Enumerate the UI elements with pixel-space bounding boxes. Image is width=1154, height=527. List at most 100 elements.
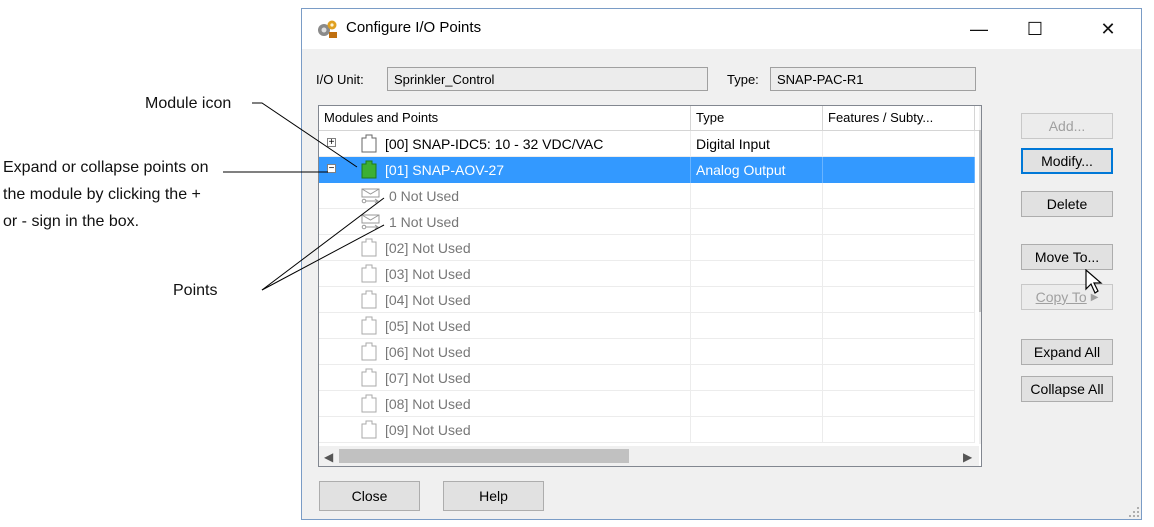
row-type bbox=[691, 339, 823, 365]
table-row[interactable]: 0 Not Used bbox=[319, 183, 975, 209]
module-icon bbox=[361, 420, 377, 439]
row-type: Analog Output bbox=[691, 157, 823, 183]
row-type bbox=[691, 209, 823, 235]
table-row[interactable]: [06] Not Used bbox=[319, 339, 975, 365]
table-row-selected[interactable]: − [01] SNAP-AOV-27 Analog Output bbox=[319, 157, 975, 183]
module-icon bbox=[361, 238, 377, 257]
module-icon bbox=[361, 134, 377, 153]
annotation-points: Points bbox=[173, 282, 218, 299]
row-label: [06] Not Used bbox=[385, 344, 471, 360]
row-features bbox=[823, 183, 975, 209]
maximize-button[interactable]: ☐ bbox=[1012, 9, 1058, 49]
row-features bbox=[823, 391, 975, 417]
row-type bbox=[691, 287, 823, 313]
row-features bbox=[823, 261, 975, 287]
column-header-features[interactable]: Features / Subty... bbox=[823, 106, 975, 130]
collapse-all-button[interactable]: Collapse All bbox=[1021, 376, 1113, 402]
module-icon bbox=[361, 290, 377, 309]
row-label: [03] Not Used bbox=[385, 266, 471, 282]
annotation-module-icon: Module icon bbox=[145, 95, 232, 112]
row-label: 0 Not Used bbox=[389, 188, 460, 204]
row-features bbox=[823, 209, 975, 235]
row-label: [08] Not Used bbox=[385, 396, 471, 412]
row-label-cell: + [00] SNAP-IDC5: 10 - 32 VDC/VAC bbox=[319, 131, 691, 157]
close-window-button[interactable]: ✕ bbox=[1085, 9, 1131, 49]
row-label-cell: [04] Not Used bbox=[319, 287, 691, 313]
row-features bbox=[823, 131, 975, 157]
row-label-cell: [03] Not Used bbox=[319, 261, 691, 287]
table-row[interactable]: + [00] SNAP-IDC5: 10 - 32 VDC/VAC Digita… bbox=[319, 131, 975, 157]
scroll-left-icon[interactable]: ◀ bbox=[324, 450, 333, 464]
move-to-button[interactable]: Move To... bbox=[1021, 244, 1113, 270]
row-label-cell: [06] Not Used bbox=[319, 339, 691, 365]
column-header-modules[interactable]: Modules and Points bbox=[319, 106, 691, 130]
row-features bbox=[823, 235, 975, 261]
row-type bbox=[691, 183, 823, 209]
column-header-type[interactable]: Type bbox=[691, 106, 823, 130]
row-features bbox=[823, 417, 975, 443]
resize-grip-icon[interactable] bbox=[1128, 506, 1140, 518]
modules-points-grid[interactable]: Modules and Points Type Features / Subty… bbox=[318, 105, 982, 467]
row-label-cell: 1 Not Used bbox=[319, 209, 691, 235]
table-row[interactable]: [04] Not Used bbox=[319, 287, 975, 313]
row-label: [01] SNAP-AOV-27 bbox=[385, 162, 505, 178]
row-type bbox=[691, 391, 823, 417]
row-type: Digital Input bbox=[691, 131, 823, 157]
row-type bbox=[691, 235, 823, 261]
row-label: [07] Not Used bbox=[385, 370, 471, 386]
annotation-expand-line3: or - sign in the box. bbox=[3, 213, 140, 230]
module-icon bbox=[361, 394, 377, 413]
row-label-cell: [08] Not Used bbox=[319, 391, 691, 417]
row-type bbox=[691, 261, 823, 287]
expand-all-button[interactable]: Expand All bbox=[1021, 339, 1113, 365]
table-row[interactable]: [05] Not Used bbox=[319, 313, 975, 339]
row-label: 1 Not Used bbox=[389, 214, 460, 230]
row-label: [09] Not Used bbox=[385, 422, 471, 438]
row-type bbox=[691, 365, 823, 391]
row-label-cell: − [01] SNAP-AOV-27 bbox=[319, 157, 691, 183]
modify-button[interactable]: Modify... bbox=[1021, 148, 1113, 174]
copy-to-label: Copy To bbox=[1035, 289, 1087, 305]
table-row[interactable]: [02] Not Used bbox=[319, 235, 975, 261]
table-row[interactable]: [09] Not Used bbox=[319, 417, 975, 443]
minimize-button[interactable]: — bbox=[956, 9, 1002, 49]
add-button[interactable]: Add... bbox=[1021, 113, 1113, 139]
row-features bbox=[823, 339, 975, 365]
row-label: [02] Not Used bbox=[385, 240, 471, 256]
vertical-scroll-thumb[interactable] bbox=[979, 130, 981, 312]
row-label-cell: [05] Not Used bbox=[319, 313, 691, 339]
row-label-cell: 0 Not Used bbox=[319, 183, 691, 209]
row-type bbox=[691, 417, 823, 443]
row-features bbox=[823, 287, 975, 313]
row-type bbox=[691, 313, 823, 339]
table-row[interactable]: [07] Not Used bbox=[319, 365, 975, 391]
table-row[interactable]: 1 Not Used bbox=[319, 209, 975, 235]
cursor-icon bbox=[1085, 269, 1103, 294]
type-label: Type: bbox=[727, 72, 759, 87]
close-button[interactable]: Close bbox=[319, 481, 420, 511]
row-label-cell: [02] Not Used bbox=[319, 235, 691, 261]
delete-button[interactable]: Delete bbox=[1021, 191, 1113, 217]
module-icon bbox=[361, 160, 377, 179]
row-features bbox=[823, 365, 975, 391]
row-label-cell: [09] Not Used bbox=[319, 417, 691, 443]
table-row[interactable]: [08] Not Used bbox=[319, 391, 975, 417]
grid-header: Modules and Points Type Features / Subty… bbox=[319, 106, 981, 131]
module-icon bbox=[361, 342, 377, 361]
help-button[interactable]: Help bbox=[443, 481, 544, 511]
row-label: [00] SNAP-IDC5: 10 - 32 VDC/VAC bbox=[385, 136, 604, 152]
horizontal-scroll-thumb[interactable] bbox=[339, 449, 629, 463]
point-icon bbox=[361, 188, 380, 204]
table-row[interactable]: [03] Not Used bbox=[319, 261, 975, 287]
module-icon bbox=[361, 264, 377, 283]
collapse-toggle[interactable]: − bbox=[327, 164, 336, 174]
title-gear-icon bbox=[318, 20, 337, 38]
scroll-right-icon[interactable]: ▶ bbox=[963, 450, 972, 464]
row-features bbox=[823, 313, 975, 339]
row-label: [04] Not Used bbox=[385, 292, 471, 308]
configure-io-points-dialog: Configure I/O Points — ☐ ✕ I/O Unit: Spr… bbox=[301, 8, 1142, 520]
title-bar[interactable]: Configure I/O Points — ☐ ✕ bbox=[302, 9, 1141, 49]
window-title: Configure I/O Points bbox=[346, 19, 482, 36]
expand-toggle[interactable]: + bbox=[327, 138, 336, 148]
point-icon bbox=[361, 214, 380, 230]
